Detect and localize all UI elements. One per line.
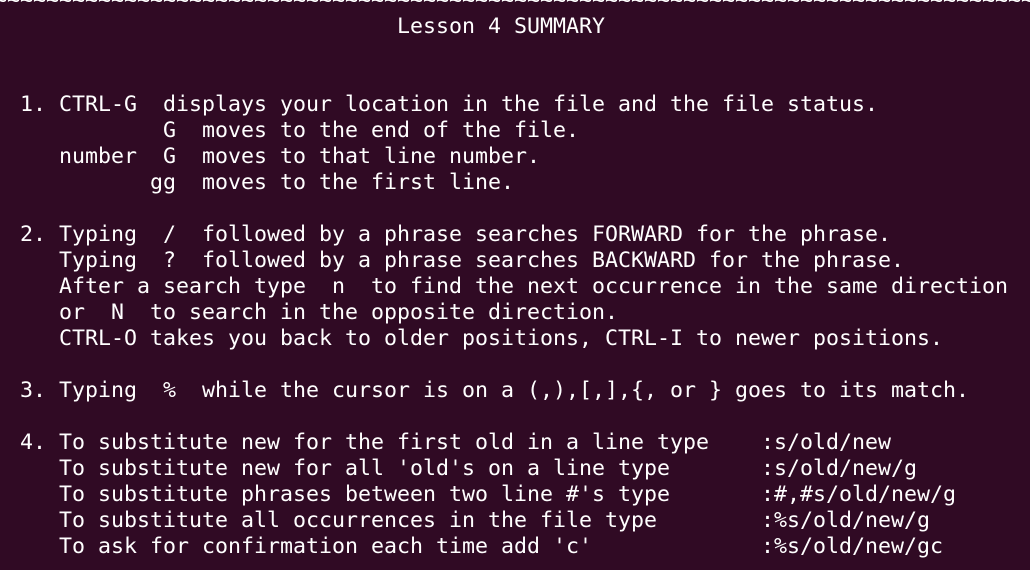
terminal-line: To substitute phrases between two line #…: [0, 482, 957, 507]
terminal-line: To substitute all occurrences in the fil…: [0, 508, 931, 533]
terminal-line: After a search type n to find the next o…: [0, 274, 1009, 299]
terminal-line: To substitute new for all 'old's on a li…: [0, 456, 918, 481]
lesson-title: Lesson 4 SUMMARY: [0, 14, 606, 39]
separator-line: ~~~~~~~~~~~~~~~~~~~~~~~~~~~~~~~~~~~~~~~~…: [0, 0, 1030, 13]
terminal-line: or N to search in the opposite direction…: [0, 300, 619, 325]
summary-item-2: 2. Typing / followed by a phrase searche…: [0, 222, 892, 247]
summary-item-1: 1. CTRL-G displays your location in the …: [0, 92, 879, 117]
summary-item-3: 3. Typing % while the cursor is on a (,)…: [0, 378, 970, 403]
terminal-window[interactable]: ~~~~~~~~~~~~~~~~~~~~~~~~~~~~~~~~~~~~~~~~…: [0, 0, 1030, 570]
terminal-line: To ask for confirmation each time add 'c…: [0, 534, 944, 559]
terminal-line: Typing ? followed by a phrase searches B…: [0, 248, 905, 273]
summary-item-4: 4. To substitute new for the first old i…: [0, 430, 892, 455]
terminal-line: gg moves to the first line.: [0, 170, 515, 195]
terminal-line: CTRL-O takes you back to older positions…: [0, 326, 944, 351]
terminal-line: number G moves to that line number.: [0, 144, 541, 169]
terminal-line: G moves to the end of the file.: [0, 118, 580, 143]
